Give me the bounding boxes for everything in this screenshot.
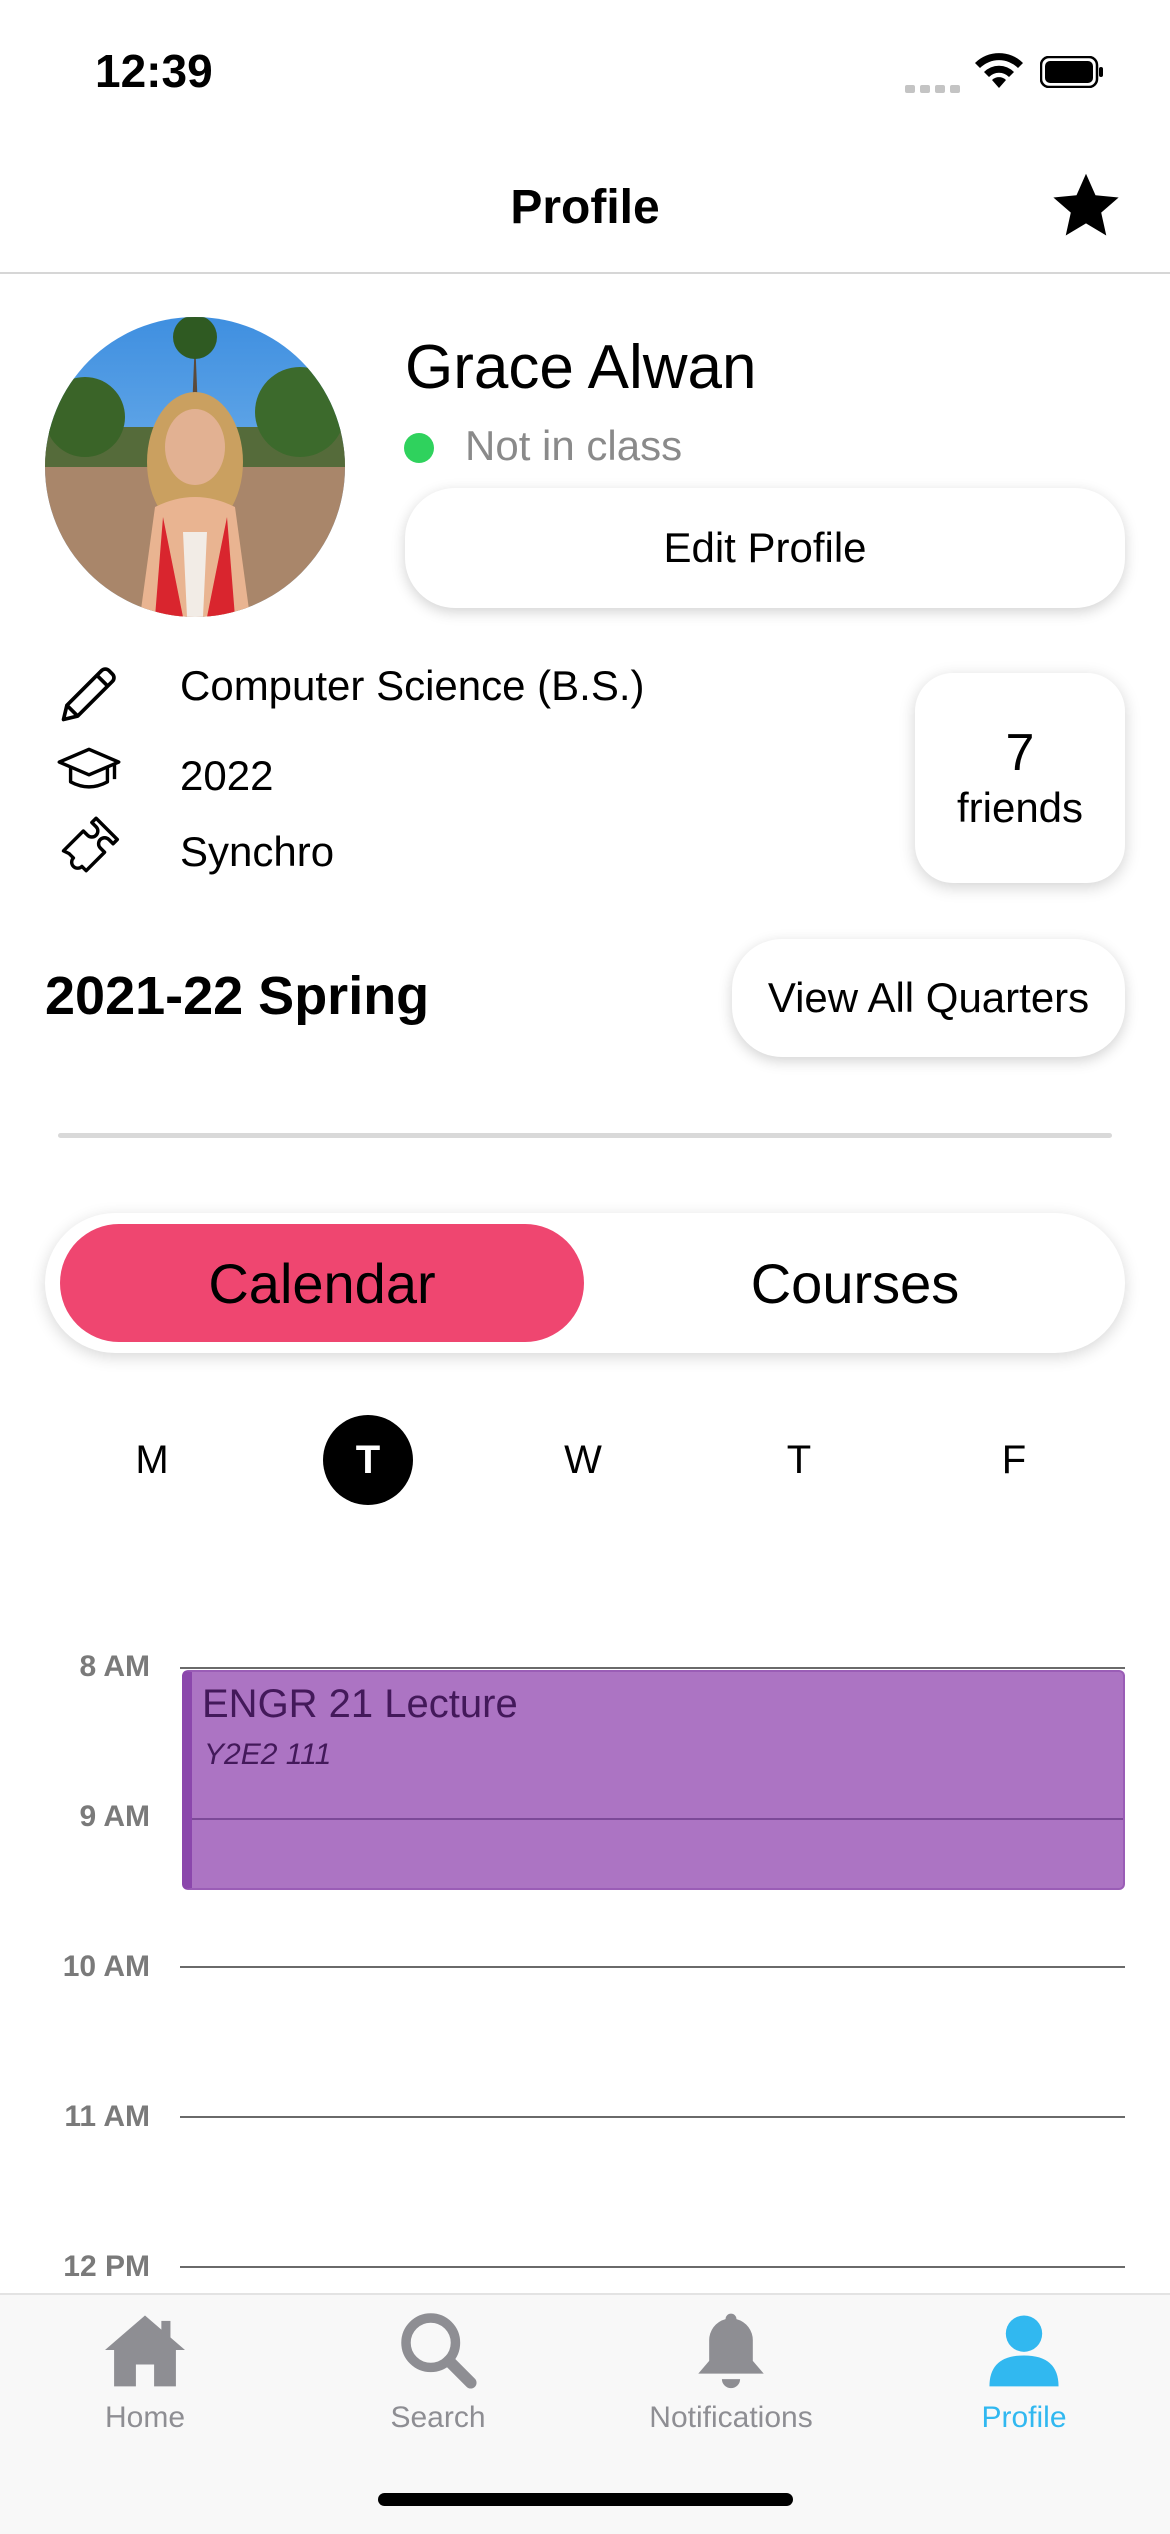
home-indicator (378, 2493, 793, 2506)
tab-calendar[interactable]: Calendar (60, 1224, 584, 1342)
graduation-cap-icon (57, 747, 121, 789)
profile-name: Grace Alwan (405, 333, 757, 402)
tab-profile[interactable]: Profile (904, 2310, 1144, 2435)
weekday-thursday[interactable]: T (754, 1415, 844, 1505)
tab-profile-label: Profile (981, 2401, 1067, 2434)
edit-profile-button[interactable]: Edit Profile (405, 488, 1125, 608)
page-title: Profile (510, 181, 660, 234)
major-text: Computer Science (B.S.) (180, 662, 645, 709)
weekday-friday[interactable]: F (969, 1415, 1059, 1505)
status-text: Not in class (465, 422, 683, 469)
time-label-10am: 10 AM (62, 1950, 150, 1983)
hour-line (180, 2116, 1125, 2118)
event-title: ENGR 21 Lecture (202, 1682, 518, 1726)
bell-icon (698, 2313, 764, 2389)
time-label-8am: 8 AM (79, 1650, 150, 1683)
friends-card[interactable]: 7 friends (915, 673, 1125, 883)
hour-line (180, 1966, 1125, 1968)
section-divider (58, 1133, 1112, 1138)
hour-line (180, 1667, 1125, 1669)
friends-label: friends (956, 784, 1084, 831)
star-icon[interactable] (1048, 168, 1124, 244)
hour-line (180, 2266, 1125, 2268)
tab-courses[interactable]: Courses (600, 1224, 1110, 1342)
calendar-event[interactable]: ENGR 21 Lecture Y2E2 111 (182, 1670, 1125, 1890)
status-indicator (404, 433, 434, 463)
battery-icon (1040, 56, 1103, 88)
weekday-tuesday[interactable]: T (323, 1415, 413, 1505)
view-all-quarters-button[interactable]: View All Quarters (732, 939, 1125, 1057)
time-label-11am: 11 AM (64, 2100, 150, 2133)
nav-divider (0, 272, 1170, 274)
tab-notifications-label: Notifications (649, 2401, 813, 2434)
activity-text: Synchro (180, 828, 335, 875)
grad-year-text: 2022 (180, 752, 274, 799)
time-label-12pm: 12 PM (63, 2250, 150, 2283)
event-room: Y2E2 111 (204, 1738, 332, 1771)
pencil-icon (61, 667, 116, 722)
quarter-title: 2021-22 Spring (45, 966, 430, 1026)
cellular-signal-icon (905, 85, 960, 93)
hour-line (192, 1818, 1123, 1820)
profile-photo (45, 317, 345, 617)
tab-notifications[interactable]: Notifications (611, 2310, 851, 2435)
wifi-icon (975, 53, 1023, 88)
time-label-9am: 9 AM (79, 1800, 150, 1833)
status-time: 12:39 (95, 45, 213, 97)
tab-search-label: Search (390, 2401, 486, 2434)
weekday-monday[interactable]: M (107, 1415, 197, 1505)
weekday-wednesday[interactable]: W (538, 1415, 628, 1505)
tab-search[interactable]: Search (318, 2310, 558, 2435)
puzzle-icon (61, 816, 120, 873)
person-icon (989, 2315, 1059, 2387)
tab-home[interactable]: Home (25, 2310, 265, 2435)
home-icon (105, 2315, 185, 2387)
search-icon (401, 2313, 477, 2389)
avatar (45, 317, 345, 617)
tab-home-label: Home (104, 2401, 186, 2434)
friends-count: 7 (1005, 724, 1035, 782)
